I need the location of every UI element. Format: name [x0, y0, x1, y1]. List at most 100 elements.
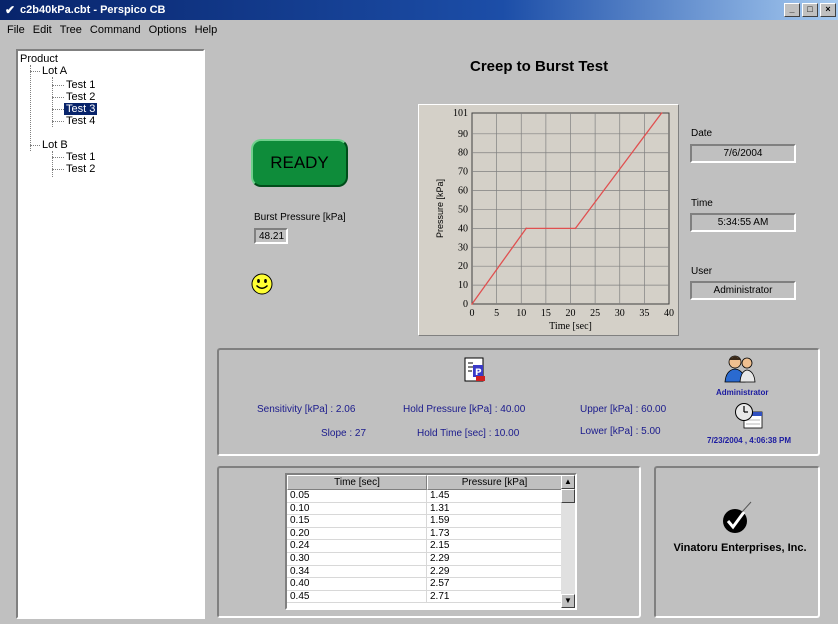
y-tick-label: 90: [458, 129, 468, 140]
maximize-button[interactable]: □: [802, 3, 818, 17]
x-tick-label: 20: [566, 308, 576, 319]
table-row[interactable]: 0.05 1.45: [287, 490, 575, 503]
lower-stat: Lower [kPa] : 5.00: [580, 426, 661, 437]
y-tick-label: 30: [458, 242, 468, 253]
cell-time: 0.24: [287, 540, 427, 552]
cell-pressure: 2.71: [427, 590, 562, 603]
cell-time: 0.15: [287, 515, 427, 527]
app-check-icon: ✔: [4, 3, 16, 17]
upper-stat: Upper [kPa] : 60.00: [580, 404, 667, 415]
sensitivity-stat: Sensitivity [kPa] : 2.06: [257, 404, 356, 415]
table-row[interactable]: 0.10 1.31: [287, 502, 575, 516]
scroll-thumb[interactable]: [561, 489, 575, 503]
series-point: [660, 112, 663, 114]
hold-time-stat: Hold Time [sec] : 10.00: [417, 428, 520, 439]
menu-tree[interactable]: Tree: [56, 24, 86, 36]
menu-options[interactable]: Options: [145, 24, 191, 36]
tree-lot-b-test-2[interactable]: Test 2: [66, 163, 95, 175]
y-tick-label: 40: [458, 223, 468, 234]
cell-time: 0.30: [287, 552, 427, 565]
table-row[interactable]: 0.15 1.59: [287, 515, 575, 528]
y-tick-label: 0: [463, 299, 468, 310]
users-icon[interactable]: [723, 353, 757, 383]
table-scrollbar[interactable]: ▲ ▼: [561, 475, 575, 608]
column-header-time[interactable]: Time [sec]: [287, 475, 427, 490]
y-tick-label: 20: [458, 261, 468, 272]
cell-time: 0.40: [287, 578, 427, 590]
cell-pressure: 1.59: [427, 515, 562, 527]
product-tree[interactable]: Product Lot A Test 1 Test 2 Test 3 Test …: [16, 49, 205, 619]
table-row[interactable]: 0.24 2.15: [287, 540, 575, 553]
close-button[interactable]: ×: [820, 3, 836, 17]
menu-help[interactable]: Help: [191, 24, 222, 36]
cell-pressure: 2.15: [427, 540, 562, 552]
cell-pressure: 2.29: [427, 552, 562, 565]
x-tick-label: 0: [470, 308, 475, 319]
x-tick-label: 35: [639, 308, 649, 319]
table-row[interactable]: 0.40 2.57: [287, 578, 575, 591]
column-header-pressure[interactable]: Pressure [kPa]: [427, 475, 562, 490]
series-point: [471, 303, 473, 305]
time-label: Time: [691, 198, 713, 209]
cell-pressure: 1.45: [427, 490, 562, 502]
user-value: Administrator: [690, 281, 796, 300]
cell-pressure: 1.31: [427, 502, 562, 515]
cell-time: 0.34: [287, 565, 427, 578]
pressure-chart-panel: 0 5 10 15 20 25 30 35 40 0 10 20 30 40 50 60 70 80 90 101 Ti…: [418, 104, 679, 336]
tree-lot-a[interactable]: Lot A: [42, 65, 67, 77]
tree-lot-a-test-2[interactable]: Test 2: [66, 91, 95, 103]
date-label: Date: [691, 128, 713, 139]
y-tick-label: 10: [458, 280, 468, 291]
menu-command[interactable]: Command: [86, 24, 145, 36]
menu-edit[interactable]: Edit: [29, 24, 56, 36]
tree-lot-a-test-1[interactable]: Test 1: [66, 79, 95, 91]
cell-pressure: 2.57: [427, 578, 562, 590]
cell-pressure: 2.29: [427, 565, 562, 578]
pressure-chart: 0 5 10 15 20 25 30 35 40 0 10 20 30 40 50 60 70 80 90 101 Ti…: [435, 108, 674, 332]
burst-pressure-label: Burst Pressure [kPa]: [254, 212, 346, 223]
table-row[interactable]: 0.20 1.73: [287, 527, 575, 541]
clock-calendar-icon[interactable]: [734, 402, 764, 430]
table-row[interactable]: 0.45 2.71: [287, 590, 575, 604]
cell-pressure: 1.73: [427, 527, 562, 540]
datetime-stamp: 7/23/2004 , 4:06:38 PM: [707, 436, 792, 445]
cell-time: 0.05: [287, 490, 427, 502]
scroll-down-button[interactable]: ▼: [561, 594, 575, 608]
tree-lot-a-test-3[interactable]: Test 3: [64, 103, 98, 115]
x-tick-label: 5: [494, 308, 499, 319]
cell-time: 0.20: [287, 527, 427, 540]
date-value: 7/6/2004: [690, 144, 796, 163]
time-value: 5:34:55 AM: [690, 213, 796, 232]
page-title: Creep to Burst Test: [470, 58, 609, 75]
title-bar: ✔ c2b40kPa.cbt - Perspico CB _ □ ×: [0, 0, 838, 20]
smiley-icon: [251, 273, 273, 295]
y-axis-label: Pressure [kPa]: [435, 179, 445, 238]
menu-file[interactable]: File: [3, 24, 29, 36]
ready-button[interactable]: READY: [251, 139, 348, 187]
menu-bar: File Edit Tree Command Options Help: [0, 20, 838, 39]
x-tick-label: 40: [664, 308, 674, 319]
company-logo-check-icon: [723, 501, 752, 533]
minimize-button[interactable]: _: [784, 3, 800, 17]
series-point: [525, 227, 527, 230]
scroll-up-button[interactable]: ▲: [561, 475, 575, 489]
tree-lot-a-test-4[interactable]: Test 4: [66, 115, 95, 127]
hold-pressure-stat: Hold Pressure [kPa] : 40.00: [403, 404, 526, 415]
data-table[interactable]: Time [sec] Pressure [kPa] 0.05 1.45 0.10 1.…: [285, 473, 577, 610]
table-row[interactable]: 0.30 2.29: [287, 552, 575, 566]
slope-stat: Slope : 27: [321, 428, 367, 439]
y-tick-label: 70: [458, 167, 468, 178]
x-tick-label: 25: [590, 308, 600, 319]
cell-time: 0.45: [287, 590, 427, 603]
tree-lot-b-test-1[interactable]: Test 1: [66, 151, 95, 163]
burst-pressure-value: 48.21: [254, 228, 288, 244]
x-tick-label: 15: [541, 308, 551, 319]
tree-root[interactable]: Product: [20, 53, 58, 65]
y-tick-label: 80: [458, 148, 468, 159]
tree-lot-b[interactable]: Lot B: [42, 139, 68, 151]
table-row[interactable]: 0.34 2.29: [287, 565, 575, 579]
report-icon[interactable]: P: [462, 357, 488, 383]
x-axis-label: Time [sec]: [549, 321, 592, 332]
x-tick-label: 30: [615, 308, 625, 319]
y-tick-label: 60: [458, 186, 468, 197]
